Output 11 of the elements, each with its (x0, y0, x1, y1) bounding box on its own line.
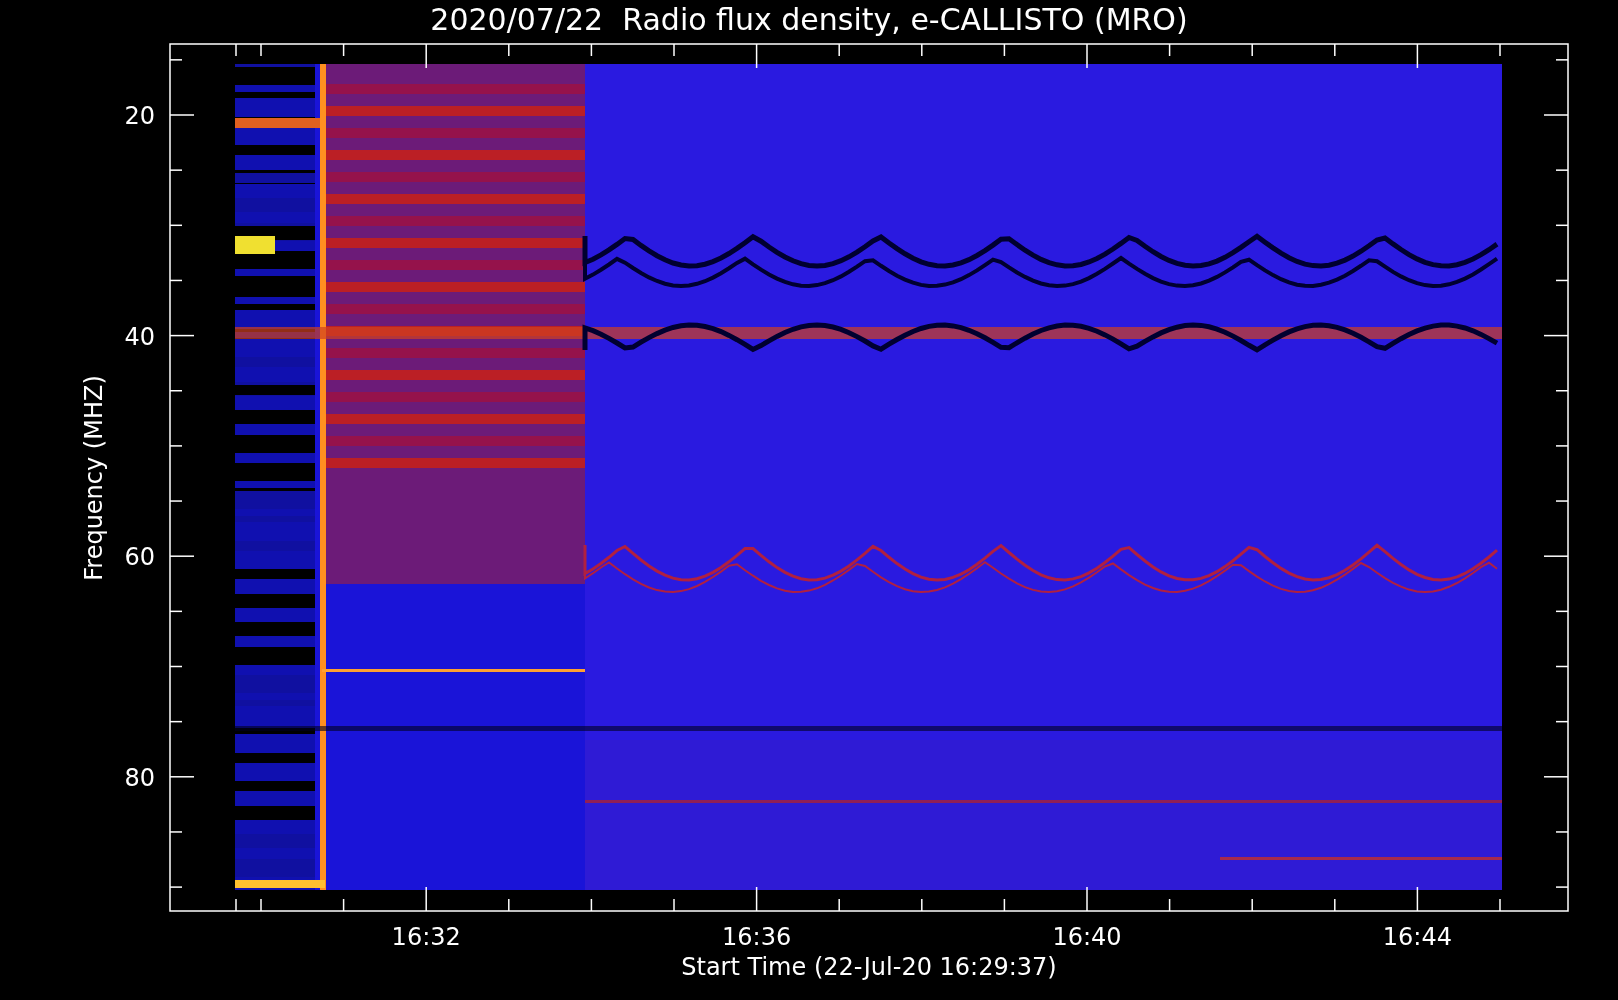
y-axis-label: Frequency (MHZ) (80, 375, 108, 581)
x-tick-label: 16:32 (391, 923, 461, 951)
x-tick-label: 16:36 (722, 923, 792, 951)
y-tick-label: 20 (124, 102, 155, 130)
y-tick-label: 40 (124, 322, 155, 351)
x-tick-label: 16:40 (1052, 923, 1122, 951)
x-axis-label: Start Time (22-Jul-20 16:29:37) (681, 953, 1057, 981)
y-tick-label: 80 (124, 763, 155, 792)
x-tick-label: 16:44 (1382, 923, 1452, 951)
chart-title: 2020/07/22 Radio flux density, e-CALLISTO (MRO) (430, 2, 1188, 37)
y-tick-label: 60 (124, 543, 155, 572)
